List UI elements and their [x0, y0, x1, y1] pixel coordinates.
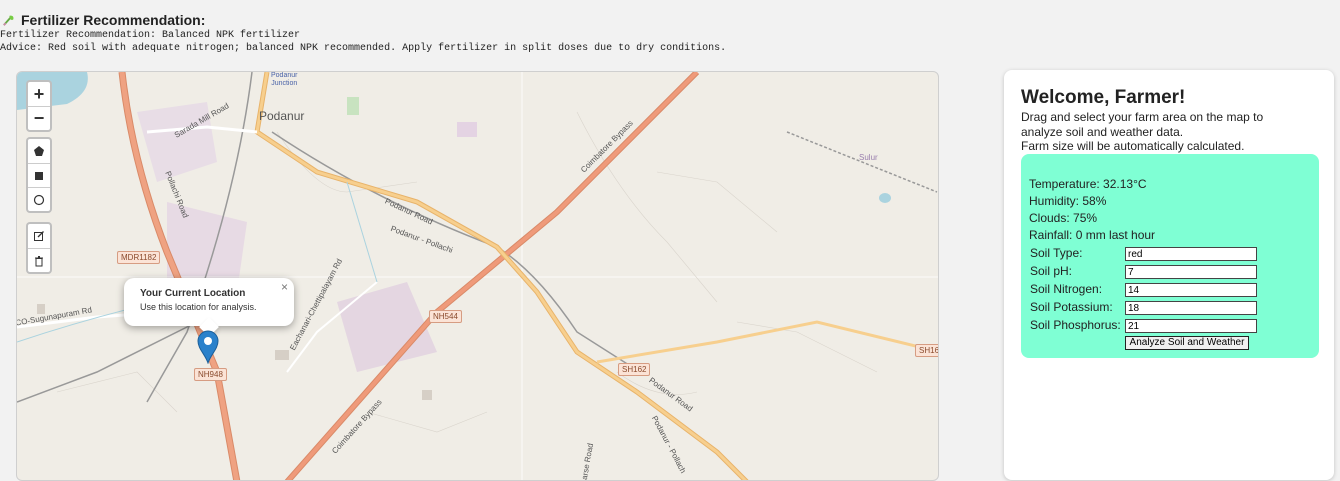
rainfall-text: Rainfall: 0 mm last hour [1029, 228, 1156, 242]
soil-potassium-input[interactable] [1125, 301, 1257, 315]
place-podanur-junction: Podanur Junction [271, 72, 298, 87]
popup-close-button[interactable]: × [281, 280, 288, 294]
edit-layers-button[interactable] [28, 224, 50, 248]
edit-toolbar [26, 222, 52, 274]
clouds-text: Clouds: 75% [1029, 211, 1098, 225]
map-tiles [17, 72, 938, 480]
popup-text: Use this location for analysis. [140, 302, 257, 312]
soil-type-label: Soil Type: [1030, 246, 1083, 260]
soil-nitrogen-input[interactable] [1125, 283, 1257, 297]
zoom-in-button[interactable]: + [28, 82, 50, 106]
soil-phosphorus-label: Soil Phosphorus: [1030, 318, 1121, 332]
draw-polygon-button[interactable] [28, 139, 50, 163]
shield-sh16: SH16 [915, 344, 938, 357]
soil-ph-input[interactable] [1125, 265, 1257, 279]
popup-title: Your Current Location [140, 288, 246, 299]
circle-icon [33, 194, 45, 205]
fertilizer-result-header: Fertilizer Recommendation: [2, 12, 205, 28]
shield-nh544: NH544 [429, 310, 462, 323]
soil-ph-label: Soil pH: [1030, 264, 1073, 278]
zoom-out-button[interactable]: − [28, 106, 50, 130]
soil-type-input[interactable] [1125, 247, 1257, 261]
instructions: Drag and select your farm area on the ma… [1021, 110, 1321, 154]
trash-icon [35, 255, 43, 266]
farm-map[interactable]: Podanur Podanur Junction Sarada Mill Roa… [16, 71, 939, 481]
temperature-text: Temperature: 32.13°C [1029, 177, 1147, 191]
shield-nh948: NH948 [194, 368, 227, 381]
instruction-line: analyze soil and weather data. [1021, 124, 1184, 139]
location-marker-icon[interactable] [197, 330, 219, 364]
polygon-icon [34, 146, 44, 156]
soil-potassium-label: Soil Potassium: [1030, 300, 1113, 314]
edit-icon [34, 231, 44, 241]
rectangle-icon [35, 171, 43, 180]
welcome-title: Welcome, Farmer! [1021, 87, 1186, 108]
advice-line: Advice: Red soil with adequate nitrogen;… [0, 43, 727, 54]
location-popup: Your Current Location Use this location … [124, 278, 294, 337]
seedling-icon [3, 15, 14, 26]
instruction-line: Drag and select your farm area on the ma… [1021, 110, 1264, 124]
soil-phosphorus-input[interactable] [1125, 319, 1257, 333]
delete-layers-button[interactable] [28, 248, 50, 272]
draw-circle-button[interactable] [28, 187, 50, 211]
farmer-panel: Welcome, Farmer! Drag and select your fa… [1004, 70, 1334, 480]
soil-nitrogen-label: Soil Nitrogen: [1030, 282, 1103, 296]
place-sulur: Sulur [859, 153, 878, 162]
result-header-text: Fertilizer Recommendation: [21, 12, 206, 28]
shield-mdr1182: MDR1182 [117, 251, 161, 264]
place-podanur: Podanur [259, 109, 305, 123]
recommendation-line: Fertilizer Recommendation: Balanced NPK … [0, 30, 301, 41]
draw-toolbar [26, 137, 52, 213]
instruction-line: Farm size will be automatically calculat… [1021, 139, 1245, 153]
analysis-box: Temperature: 32.13°C Humidity: 58% Cloud… [1021, 154, 1319, 358]
humidity-text: Humidity: 58% [1029, 194, 1107, 208]
zoom-control: + − [26, 80, 52, 132]
draw-rectangle-button[interactable] [28, 163, 50, 187]
shield-sh162: SH162 [618, 363, 651, 376]
analyze-button[interactable]: Analyze Soil and Weather [1125, 336, 1249, 350]
